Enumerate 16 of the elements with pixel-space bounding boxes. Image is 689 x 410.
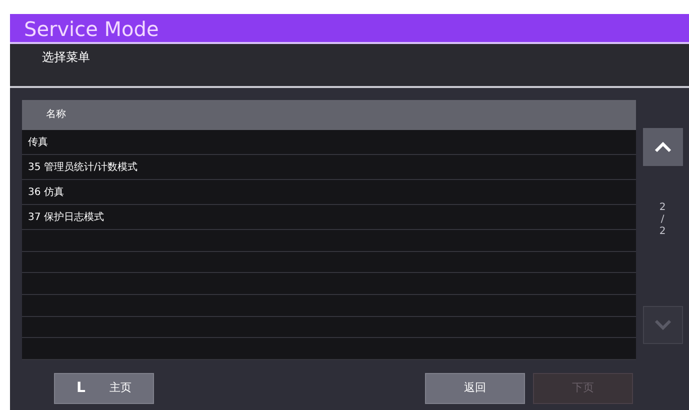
list-item[interactable]: 35 管理员统计/计数模式 — [22, 155, 636, 180]
list-item[interactable]: 36 仿真 — [22, 180, 636, 205]
page-number: 2 — [659, 202, 666, 214]
chevron-up-icon — [654, 141, 672, 153]
chevron-down-icon — [654, 319, 672, 331]
scroll-up-button[interactable] — [642, 128, 682, 166]
list-item[interactable]: 传真 — [22, 130, 636, 155]
column-header: 名称 — [22, 100, 636, 130]
page-total: 2 — [659, 226, 666, 238]
nav-button[interactable]: 返回 — [425, 372, 525, 404]
home-button[interactable]: L 主页 — [54, 372, 154, 404]
subtitle-panel: 选择菜单 — [10, 44, 689, 88]
home-icon: L — [76, 378, 86, 398]
title-bar: Service Mode — [10, 14, 689, 44]
page-separator: / — [660, 214, 664, 226]
list-item[interactable]: 37 保护日志模式 — [22, 205, 636, 230]
